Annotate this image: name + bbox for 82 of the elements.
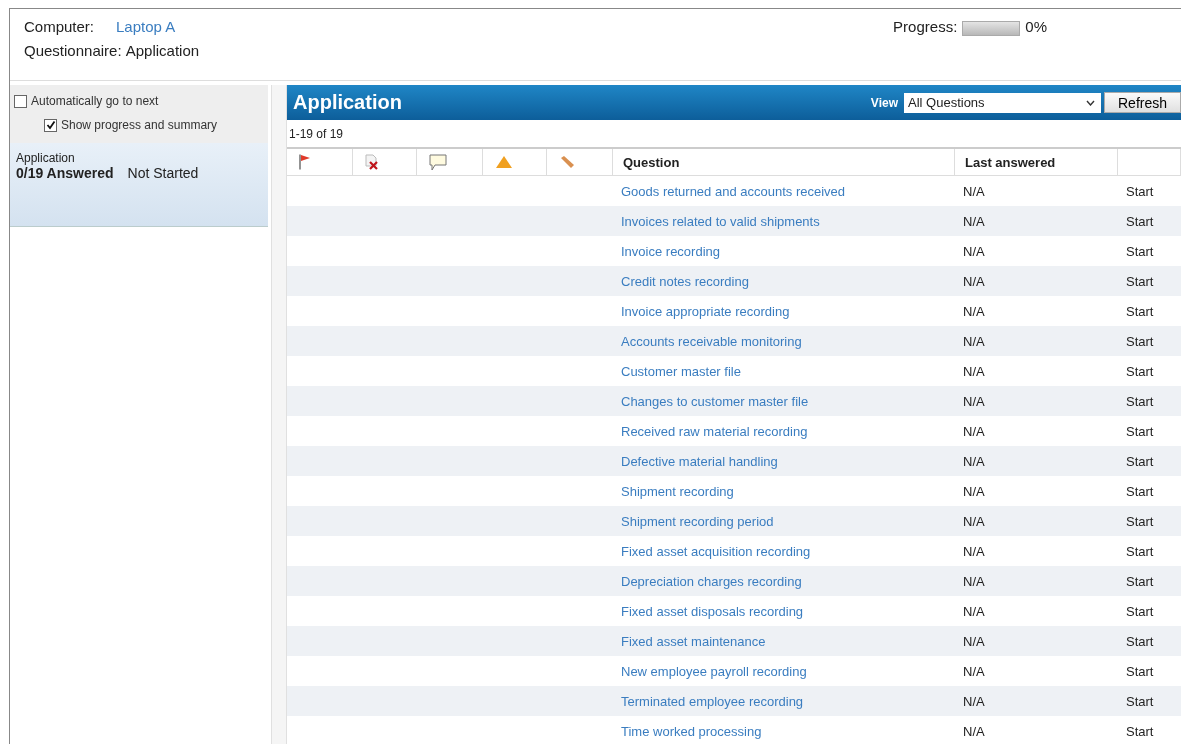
question-link[interactable]: Customer master file [621, 363, 741, 379]
start-link[interactable]: Start [1126, 213, 1154, 229]
start-link[interactable]: Start [1126, 663, 1154, 679]
question-link[interactable]: Invoices related to valid shipments [621, 213, 820, 229]
start-link[interactable]: Start [1126, 303, 1154, 319]
table-cell: N/A [963, 693, 985, 709]
table-cell: N/A [963, 723, 985, 739]
result-count: 1-19 of 19 [288, 125, 345, 143]
question-link[interactable]: Invoice appropriate recording [621, 303, 790, 319]
questionnaire-value: Application [125, 42, 200, 59]
question-link[interactable]: Depreciation charges recording [621, 573, 802, 589]
table-cell: N/A [963, 273, 985, 289]
warning-icon [495, 155, 513, 169]
table-cell: N/A [963, 663, 985, 679]
table-cell: N/A [963, 573, 985, 589]
table-cell: N/A [963, 543, 985, 559]
start-link[interactable]: Start [1126, 603, 1154, 619]
question-link[interactable]: Fixed asset maintenance [621, 633, 766, 649]
column-header[interactable]: Question [613, 149, 955, 175]
start-link[interactable]: Start [1126, 723, 1154, 739]
document-x-icon [365, 154, 379, 170]
bandage-icon [559, 155, 575, 169]
panel-title: Application [293, 91, 403, 114]
question-link[interactable]: Received raw material recording [621, 423, 808, 439]
table-cell: N/A [963, 363, 985, 379]
question-link[interactable]: Time worked processing [621, 723, 762, 739]
start-link[interactable]: Start [1126, 453, 1154, 469]
start-link[interactable]: Start [1126, 423, 1154, 439]
start-link[interactable]: Start [1126, 513, 1154, 529]
question-link[interactable]: Defective material handling [621, 453, 778, 469]
summary-card[interactable]: Application 0/19 Answered Not Started [10, 143, 268, 227]
view-dropdown[interactable]: All Questions [904, 92, 1101, 113]
column-header[interactable]: Last answered [955, 149, 1118, 175]
question-link[interactable]: Terminated employee recording [621, 693, 804, 709]
table-cell: N/A [963, 483, 985, 499]
summary-title: Application [16, 151, 76, 165]
option-checkbox[interactable]: Automatically go to next [14, 89, 159, 113]
question-link[interactable]: Fixed asset disposals recording [621, 603, 804, 619]
start-link[interactable]: Start [1126, 183, 1154, 199]
table-cell: N/A [963, 393, 985, 409]
refresh-button[interactable]: Refresh [1104, 92, 1181, 113]
computer-link[interactable]: Laptop A [116, 18, 176, 35]
questionnaire-label: Questionnaire: [24, 42, 122, 59]
table-cell: N/A [963, 423, 985, 439]
table-cell: N/A [963, 513, 985, 529]
option-checkbox[interactable]: Show progress and summary [44, 113, 218, 137]
table-cell: N/A [963, 333, 985, 349]
start-link[interactable]: Start [1126, 483, 1154, 499]
table-cell: N/A [963, 243, 985, 259]
question-link[interactable]: Goods returned and accounts received [621, 183, 846, 199]
start-link[interactable]: Start [1126, 333, 1154, 349]
start-link[interactable]: Start [1126, 363, 1154, 379]
start-link[interactable]: Start [1126, 633, 1154, 649]
comment-icon [429, 153, 447, 171]
table-cell: N/A [963, 303, 985, 319]
start-link[interactable]: Start [1126, 243, 1154, 259]
start-link[interactable]: Start [1126, 273, 1154, 289]
question-link[interactable]: Changes to customer master file [621, 393, 809, 409]
question-link[interactable]: Invoice recording [621, 243, 720, 259]
question-link[interactable]: Shipment recording [621, 483, 734, 499]
question-link[interactable]: Accounts receivable monitoring [621, 333, 802, 349]
start-link[interactable]: Start [1126, 543, 1154, 559]
status-text: Not Started [127, 165, 199, 181]
flag-icon [299, 154, 311, 170]
start-link[interactable]: Start [1126, 393, 1154, 409]
question-link[interactable]: Shipment recording period [621, 513, 774, 529]
table-cell: N/A [963, 603, 985, 619]
table-cell: N/A [963, 453, 985, 469]
start-link[interactable]: Start [1126, 693, 1154, 709]
computer-label: Computer: [24, 18, 96, 35]
answered-count: 0/19 Answered [16, 165, 114, 181]
chevron-icon [1086, 99, 1095, 106]
view-label: View [870, 95, 898, 110]
table-cell: N/A [963, 183, 985, 199]
progress-label: Progress: [893, 18, 958, 35]
table-cell: N/A [963, 633, 985, 649]
question-link[interactable]: Fixed asset acquisition recording [621, 543, 811, 559]
table-cell: N/A [963, 213, 985, 229]
question-link[interactable]: Credit notes recording [621, 273, 749, 289]
question-link[interactable]: New employee payroll recording [621, 663, 807, 679]
progress-percent: 0% [1025, 18, 1047, 35]
start-link[interactable]: Start [1126, 573, 1154, 589]
